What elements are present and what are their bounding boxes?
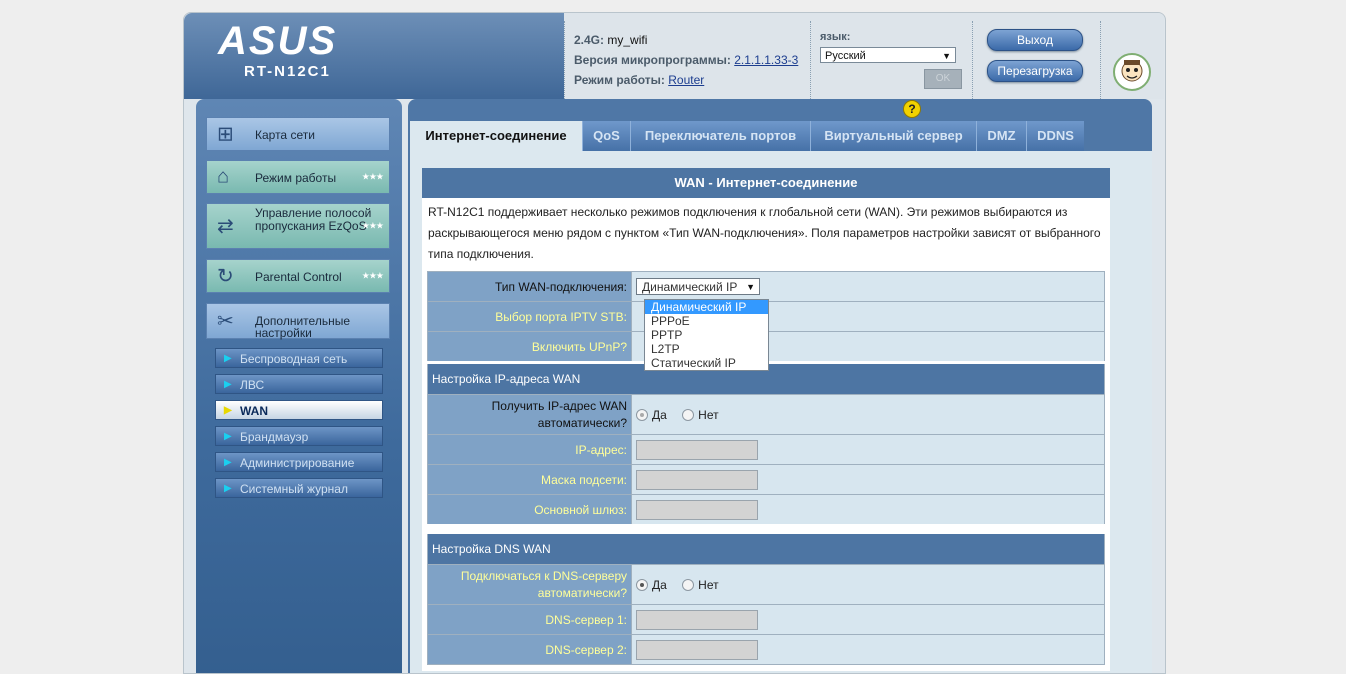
tab-internet-connection[interactable]: Интернет-соединение xyxy=(410,121,582,151)
tab-qos[interactable]: QoS xyxy=(582,121,630,151)
tab-dmz[interactable]: DMZ xyxy=(976,121,1026,151)
dns1-label: DNS-сервер 1: xyxy=(427,604,632,635)
network-map-icon: ⊞ xyxy=(217,123,234,146)
chevron-down-icon: ▼ xyxy=(942,51,951,61)
gateway-input[interactable] xyxy=(636,499,758,520)
tools-icon: ✂ xyxy=(217,310,234,333)
auto-ip-no-radio[interactable] xyxy=(682,408,695,421)
nav-sub-lan[interactable]: ▶ ЛВС xyxy=(215,374,383,394)
nav-sub-administration[interactable]: ▶ Администрирование xyxy=(215,452,383,472)
form-description: RT-N12C1 поддерживает несколько режимов … xyxy=(428,205,1101,261)
router-icon: ⌂ xyxy=(217,165,230,188)
wan-option-dynamic-ip[interactable]: Динамический IP xyxy=(645,300,768,314)
qos-icon: ⇄ xyxy=(217,215,234,238)
dns2-label: DNS-сервер 2: xyxy=(427,634,632,665)
wan-type-select[interactable]: Динамический IP ▼ xyxy=(636,278,760,295)
triangle-right-icon: ▶ xyxy=(224,457,232,468)
form-title: WAN - Интернет-соединение xyxy=(422,168,1110,198)
iptv-port-label: Выбор порта IPTV STB: xyxy=(427,301,632,332)
nav-ezqos[interactable]: ⇄ Управление полосой пропускания EzQoS ★… xyxy=(206,203,390,249)
wan-option-static-ip[interactable]: Статический IP xyxy=(645,356,768,370)
stars-icon: ★★★ xyxy=(361,171,384,182)
auto-dns-no-radio[interactable] xyxy=(682,578,695,591)
stars-icon: ★★★ xyxy=(361,220,384,231)
language-label: язык: xyxy=(820,31,851,43)
tab-port-switch[interactable]: Переключатель портов xyxy=(630,121,810,151)
sidebar: ⊞ Карта сети ⌂ Режим работы ★★★ ⇄ Управл… xyxy=(196,99,402,673)
mode-link[interactable]: Router xyxy=(668,73,704,87)
auto-dns-yes-radio[interactable] xyxy=(636,578,648,591)
dns-section-header: Настройка DNS WAN xyxy=(427,524,1105,565)
triangle-right-icon: ▶ xyxy=(224,353,232,364)
wan-type-label: Тип WAN-подключения: xyxy=(427,271,632,302)
triangle-right-icon: ▶ xyxy=(224,405,232,416)
tab-ddns[interactable]: DDNS xyxy=(1026,121,1084,151)
ssid-value: my_wifi xyxy=(607,33,648,47)
triangle-right-icon: ▶ xyxy=(224,379,232,390)
ip-address-input[interactable] xyxy=(636,439,758,460)
chevron-down-icon: ▼ xyxy=(746,282,755,292)
ssid-line: 2.4G: my_wifi xyxy=(574,33,648,47)
nav-operation-mode[interactable]: ⌂ Режим работы ★★★ xyxy=(206,160,390,194)
logo-area: ASUS RT-N12C1 xyxy=(184,13,634,99)
stars-icon: ★★★ xyxy=(361,270,384,281)
model-name: RT-N12C1 xyxy=(244,63,331,80)
subnet-mask-label: Маска подсети: xyxy=(427,464,632,495)
nav-network-map[interactable]: ⊞ Карта сети xyxy=(206,117,390,151)
nav-parental-control[interactable]: ↻ Parental Control ★★★ xyxy=(206,259,390,293)
auto-ip-label: Получить IP-адрес WAN автоматически? xyxy=(427,394,632,435)
language-ok-button[interactable]: OK xyxy=(924,69,962,89)
nav-advanced-settings[interactable]: ✂ Дополнительные настройки xyxy=(206,303,390,339)
mode-line: Режим работы: Router xyxy=(574,73,705,87)
nav-sub-system-log[interactable]: ▶ Системный журнал xyxy=(215,478,383,498)
ip-address-label: IP-адрес: xyxy=(427,434,632,465)
auto-ip-yes-radio[interactable] xyxy=(636,408,648,421)
help-icon[interactable]: ? xyxy=(903,100,921,118)
gateway-label: Основной шлюз: xyxy=(427,494,632,530)
nav-sub-firewall[interactable]: ▶ Брандмауэр xyxy=(215,426,383,446)
wan-option-pppoe[interactable]: PPPoE xyxy=(645,314,768,328)
reboot-button[interactable]: Перезагрузка xyxy=(987,60,1083,82)
wan-option-pptp[interactable]: PPTP xyxy=(645,328,768,342)
subnet-mask-input[interactable] xyxy=(636,469,758,490)
dns2-input[interactable] xyxy=(636,639,758,660)
nav-sub-wireless[interactable]: ▶ Беспроводная сеть xyxy=(215,348,383,368)
auto-dns-label: Подключаться к DNS-серверу автоматически… xyxy=(427,564,632,605)
language-select[interactable]: Русский ▼ xyxy=(820,47,956,63)
dns1-input[interactable] xyxy=(636,609,758,630)
upnp-label: Включить UPnP? xyxy=(427,331,632,363)
parental-control-icon: ↻ xyxy=(217,265,234,288)
logout-button[interactable]: Выход xyxy=(987,29,1083,51)
tab-virtual-server[interactable]: Виртуальный сервер xyxy=(810,121,976,151)
wan-form: WAN - Интернет-соединение RT-N12C1 подде… xyxy=(422,168,1110,671)
wan-option-l2tp[interactable]: L2TP xyxy=(645,342,768,356)
firmware-link[interactable]: 2.1.1.1.33-3 xyxy=(734,53,798,67)
triangle-right-icon: ▶ xyxy=(224,483,232,494)
nav-sub-wan[interactable]: ▶ WAN xyxy=(215,400,383,420)
mascot-icon xyxy=(1113,53,1151,91)
triangle-right-icon: ▶ xyxy=(224,431,232,442)
firmware-line: Версия микропрограммы: 2.1.1.1.33-3 xyxy=(574,53,799,67)
wan-type-dropdown[interactable]: Динамический IP PPPoE PPTP L2TP Статичес… xyxy=(644,299,769,371)
header-info: 2.4G: my_wifi Версия микропрограммы: 2.1… xyxy=(564,13,1164,101)
asus-logo: ASUS xyxy=(218,19,338,63)
